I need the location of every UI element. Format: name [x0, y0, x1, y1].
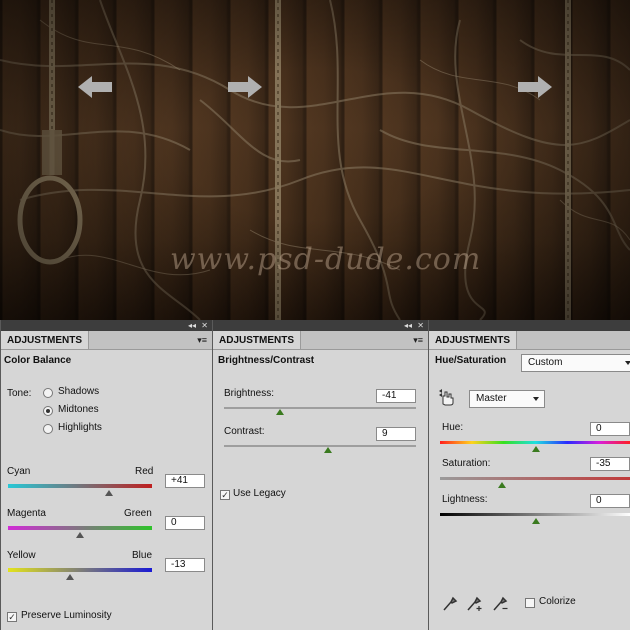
brightness-slider-thumb[interactable] [276, 409, 284, 415]
panel-title: Hue/Saturation [435, 355, 507, 366]
saturation-slider-track[interactable] [440, 477, 630, 480]
colorize-label: Colorize [539, 596, 576, 607]
radio-label-highlights: Highlights [58, 422, 102, 433]
channel-dropdown-value: Master [476, 393, 507, 404]
preset-dropdown-value: Custom [528, 357, 563, 368]
radio-label-shadows: Shadows [58, 386, 100, 397]
right-arrow-icon [228, 76, 262, 98]
slider-right-label-green: Green [124, 508, 152, 519]
preserve-luminosity-label: Preserve Luminosity [21, 610, 112, 621]
hue-slider-thumb[interactable] [532, 446, 540, 452]
panel-title: Brightness/Contrast [218, 355, 315, 366]
eyedropper-plus-icon[interactable] [466, 594, 484, 612]
slider-left-label-yellow: Yellow [7, 550, 36, 561]
yellow-blue-slider-track[interactable] [8, 568, 152, 572]
contrast-value-field[interactable]: 9 [376, 427, 416, 441]
collapse-icon[interactable]: ◂◂ [404, 320, 412, 331]
tab-adjustments[interactable]: ADJUSTMENTS [1, 331, 90, 349]
use-legacy-label: Use Legacy [233, 488, 286, 499]
hue-saturation-panel: ADJUSTMENTS Hue/Saturation Custom Master… [428, 320, 630, 630]
left-arrow-icon [78, 76, 112, 98]
radio-highlights[interactable] [43, 424, 53, 434]
magenta-green-value-field[interactable]: 0 [165, 516, 205, 530]
hue-value-field[interactable]: 0 [590, 422, 630, 436]
panel-titlebar: ◂◂ ✕ [1, 320, 212, 331]
hue-label: Hue: [442, 422, 464, 433]
channel-dropdown[interactable]: Master [469, 390, 545, 408]
colorize-checkbox[interactable] [525, 598, 535, 608]
brightness-label: Brightness: [224, 388, 275, 399]
yellow-blue-value-field[interactable]: -13 [165, 558, 205, 572]
panel-menu-icon[interactable]: ▾≡ [197, 335, 207, 346]
brightness-value-field[interactable]: -41 [376, 389, 416, 403]
contrast-slider-thumb[interactable] [324, 447, 332, 453]
chevron-down-icon [625, 361, 630, 365]
color-balance-panel: ◂◂ ✕ ADJUSTMENTS ▾≡ Color Balance Tone: … [0, 320, 212, 630]
eyedropper-icon[interactable] [442, 594, 458, 612]
panel-title: Color Balance [4, 355, 72, 366]
tab-bar: ADJUSTMENTS [429, 331, 630, 350]
background-scene: www.psd-dude.com [0, 0, 630, 320]
tab-adjustments[interactable]: ADJUSTMENTS [213, 331, 302, 349]
contrast-slider-track[interactable] [224, 445, 416, 447]
saturation-value-field[interactable]: -35 [590, 457, 630, 471]
watermark: www.psd-dude.com [170, 242, 482, 277]
preset-dropdown[interactable]: Custom [521, 354, 630, 372]
lightness-value-field[interactable]: 0 [590, 494, 630, 508]
eyedropper-minus-icon[interactable] [492, 594, 510, 612]
yellow-blue-slider-thumb[interactable] [66, 574, 74, 580]
panel-menu-icon[interactable]: ▾≡ [413, 335, 423, 346]
use-legacy-checkbox[interactable]: ✓ [220, 490, 230, 500]
chevron-down-icon [533, 397, 539, 401]
cyan-red-slider-thumb[interactable] [105, 490, 113, 496]
radio-label-midtones: Midtones [58, 404, 99, 415]
cyan-red-slider-track[interactable] [8, 484, 152, 488]
saturation-label: Saturation: [442, 458, 491, 469]
tab-adjustments[interactable]: ADJUSTMENTS [429, 331, 518, 349]
close-icon[interactable]: ✕ [417, 320, 424, 331]
tab-bar: ADJUSTMENTS ▾≡ [1, 331, 212, 350]
slider-right-label-blue: Blue [132, 550, 153, 561]
contrast-label: Contrast: [224, 426, 265, 437]
hue-slider-track[interactable] [440, 441, 630, 444]
collapse-icon[interactable]: ◂◂ [188, 320, 196, 331]
slider-left-label-magenta: Magenta [7, 508, 46, 519]
slider-left-label-cyan: Cyan [7, 466, 31, 477]
panel-titlebar [429, 320, 630, 331]
preserve-luminosity-checkbox[interactable]: ✓ [7, 612, 17, 622]
right-arrow-icon [518, 76, 552, 98]
lightness-label: Lightness: [442, 494, 488, 505]
radio-shadows[interactable] [43, 388, 53, 398]
panel-titlebar: ◂◂ ✕ [213, 320, 428, 331]
tone-label: Tone: [7, 388, 32, 399]
lightness-slider-track[interactable] [440, 513, 630, 516]
brightness-contrast-panel: ◂◂ ✕ ADJUSTMENTS ▾≡ Brightness/Contrast … [212, 320, 428, 630]
targeted-adjustment-hand-icon[interactable] [438, 388, 456, 406]
cyan-red-value-field[interactable]: +41 [165, 474, 205, 488]
magenta-green-slider-thumb[interactable] [76, 532, 84, 538]
tab-bar: ADJUSTMENTS ▾≡ [213, 331, 428, 350]
saturation-slider-thumb[interactable] [498, 482, 506, 488]
brightness-slider-track[interactable] [224, 407, 416, 409]
close-icon[interactable]: ✕ [201, 320, 208, 331]
slider-right-label-red: Red [135, 466, 154, 477]
lightness-slider-thumb[interactable] [532, 518, 540, 524]
magenta-green-slider-track[interactable] [8, 526, 152, 530]
radio-midtones[interactable] [43, 406, 53, 416]
